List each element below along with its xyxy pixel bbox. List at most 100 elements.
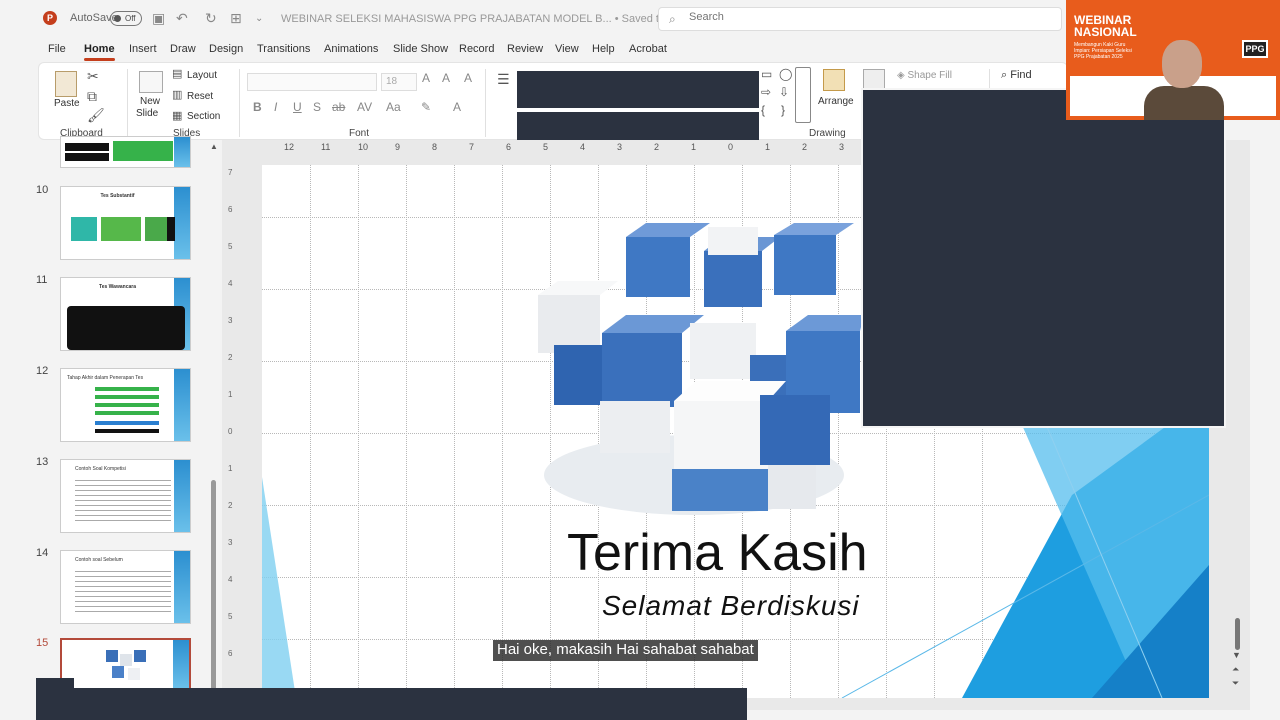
redo-icon[interactable]: ↻ [205, 10, 217, 27]
tab-draw[interactable]: Draw [170, 43, 196, 55]
tab-help[interactable]: Help [592, 43, 615, 55]
thumb-title: Contoh soal Sebelum [75, 557, 123, 563]
thumb-block [67, 306, 185, 350]
decrease-font-icon[interactable]: A [442, 71, 450, 85]
tab-file[interactable]: File [48, 43, 66, 55]
ruler-tick: 4 [228, 279, 233, 288]
save-icon[interactable]: ▣ [152, 10, 165, 27]
slide-thumbnail-10[interactable]: Tes Substantif [60, 186, 191, 260]
customize-dropdown-icon[interactable]: ⌄ [255, 13, 263, 24]
live-caption: Hai oke, makasih Hai sahabat sahabat [493, 640, 758, 661]
shape-arrow-icon[interactable]: ⇨ [761, 85, 771, 99]
shapes-more-button[interactable] [795, 67, 811, 123]
ruler-tick: 3 [617, 142, 623, 152]
shape-brace-right-icon[interactable]: } [781, 103, 785, 117]
tab-acrobat[interactable]: Acrobat [629, 43, 667, 55]
search-input[interactable] [689, 11, 989, 23]
scroll-up-icon[interactable]: ▲ [210, 142, 218, 151]
change-case-icon[interactable]: Aa [386, 100, 401, 114]
new-slide-label-1[interactable]: New [140, 96, 160, 107]
find-button[interactable]: ⌕ Find [1001, 69, 1032, 82]
thumb-accent [174, 137, 190, 167]
spacing-icon[interactable]: AV [357, 100, 372, 114]
arrange-icon[interactable] [823, 69, 845, 91]
cube [626, 223, 710, 297]
scrollbar-thumb[interactable] [1235, 618, 1240, 650]
section-button[interactable]: Section [187, 111, 220, 122]
ruler-tick: 6 [228, 205, 233, 214]
tab-transitions[interactable]: Transitions [257, 43, 310, 55]
new-slide-icon[interactable] [139, 71, 163, 93]
strikethrough-icon[interactable]: ab [332, 100, 345, 114]
tab-insert[interactable]: Insert [129, 43, 157, 55]
tab-view[interactable]: View [555, 43, 579, 55]
slide-thumbnail-15[interactable] [60, 638, 191, 690]
tab-record[interactable]: Record [459, 43, 494, 55]
shadow-icon[interactable]: S [313, 100, 321, 114]
tab-design[interactable]: Design [209, 43, 243, 55]
ruler-tick: 0 [228, 427, 233, 436]
clear-format-icon[interactable]: A [464, 71, 472, 85]
shape-down-arrow-icon[interactable]: ⇩ [779, 85, 789, 99]
paste-button[interactable]: Paste [54, 98, 80, 109]
editor-scrollbar[interactable]: ▼ ⏶ ⏷ [1232, 140, 1244, 695]
arrange-button[interactable]: Arrange [818, 96, 854, 107]
ruler-tick: 2 [228, 501, 233, 510]
ruler-tick: 11 [321, 142, 331, 152]
font-color-icon[interactable]: A [453, 100, 461, 114]
thumb-title: Tes Wawancara [99, 284, 136, 290]
shape-fill-button[interactable]: ◈ Shape Fill [897, 70, 952, 81]
tab-review[interactable]: Review [507, 43, 543, 55]
highlight-icon[interactable]: ✎ [421, 100, 431, 114]
slide-thumbnail-14[interactable]: Contoh soal Sebelum [60, 550, 191, 624]
cut-icon[interactable]: ✂ [87, 68, 99, 85]
prev-slide-icon[interactable]: ⏶ [1232, 664, 1239, 675]
bold-icon[interactable]: B [253, 100, 262, 114]
shape-brace-left-icon[interactable]: { [761, 103, 765, 117]
search-box[interactable]: ⌕ [658, 7, 1062, 31]
slide-thumbnail-9[interactable] [60, 136, 191, 168]
tab-animations[interactable]: Animations [324, 43, 378, 55]
cubes-image [538, 223, 864, 515]
slide-thumbnail-13[interactable]: Contoh Soal Kompetisi [60, 459, 191, 533]
undo-icon[interactable]: ↶ [176, 10, 188, 27]
thumb-cube [120, 654, 132, 666]
ruler-tick: 12 [284, 142, 295, 152]
scroll-down-icon[interactable]: ▼ [1232, 650, 1241, 660]
thumb-text-lines [75, 480, 171, 522]
next-slide-icon[interactable]: ⏷ [1232, 678, 1239, 689]
new-slide-label-2[interactable]: Slide [136, 108, 158, 119]
thumb-cube [134, 650, 146, 662]
slide-number: 11 [36, 274, 48, 286]
underline-icon[interactable]: U [293, 100, 302, 114]
autosave-toggle[interactable]: Off [110, 11, 142, 26]
tab-home[interactable]: Home [84, 43, 115, 61]
bullets-icon[interactable]: ☰ [497, 71, 510, 88]
layout-button[interactable]: Layout [187, 70, 217, 81]
reset-icon: ▥ [172, 89, 183, 101]
slide-thumbnail-11[interactable]: Tes Wawancara [60, 277, 191, 351]
paste-icon[interactable] [55, 71, 77, 97]
ruler-tick: 6 [506, 142, 512, 152]
slide-thumbnail-12[interactable]: Tahap Akhir dalam Penerapan Tes [60, 368, 191, 442]
copy-icon[interactable]: ⧉ [87, 88, 97, 105]
shape-rect-icon[interactable]: ▭ [761, 67, 772, 81]
scrollbar-thumb[interactable] [211, 480, 216, 690]
thumb-block [65, 153, 109, 161]
font-size-box[interactable]: 18 [381, 73, 417, 91]
redacted-area [517, 71, 759, 108]
italic-icon[interactable]: I [274, 100, 277, 114]
reset-button[interactable]: Reset [187, 91, 213, 102]
increase-font-icon[interactable]: A [422, 71, 430, 85]
font-name-box[interactable] [247, 73, 377, 91]
tab-slide-show[interactable]: Slide Show [393, 43, 448, 55]
layout-icon: ▤ [172, 68, 183, 80]
slide-subtitle[interactable]: Selamat Berdiskusi [602, 590, 860, 622]
presenter-icon[interactable]: ⊞ [230, 10, 242, 27]
format-painter-icon[interactable]: 🖌 [87, 107, 105, 124]
shape-oval-icon[interactable]: ◯ [779, 67, 792, 81]
powerpoint-window: P AutoSave Off ▣ ↶ ↻ ⊞ ⌄ WEBINAR SELEKSI… [0, 0, 1280, 720]
thumbnail-scrollbar[interactable]: ▲ [210, 140, 218, 690]
slide-title[interactable]: Terima Kasih [567, 523, 868, 583]
ruler-tick: 3 [839, 142, 845, 152]
